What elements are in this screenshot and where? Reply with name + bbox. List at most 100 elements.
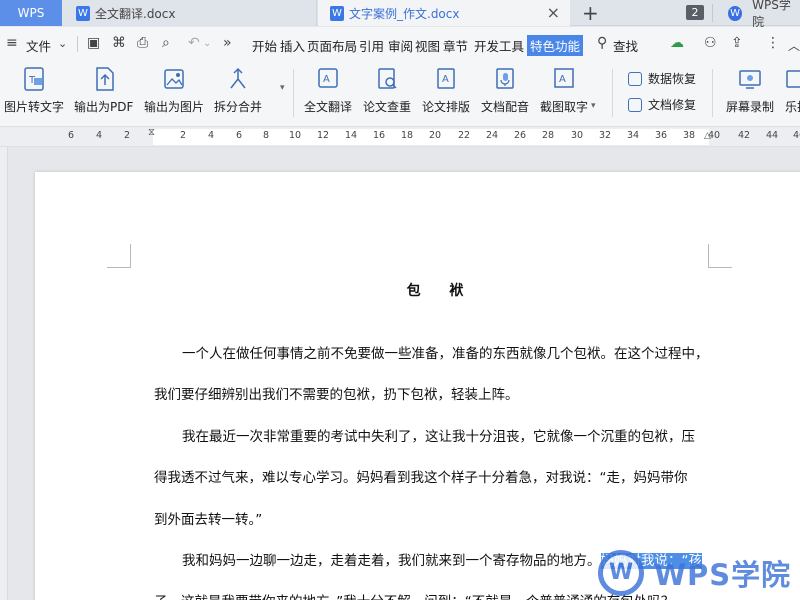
button-label: 文档修复: [648, 98, 697, 112]
full-translate-button[interactable]: A 全文翻译: [304, 65, 352, 115]
data-recovery-button[interactable]: 数据恢复: [628, 70, 696, 87]
ruler-tick-label: 16: [373, 130, 386, 141]
ruler-tick-label: 2: [180, 130, 187, 141]
indent-marker-icon[interactable]: ⧖: [148, 127, 155, 138]
button-label: 论文排版: [422, 100, 471, 114]
screen-record-button[interactable]: 屏幕录制: [726, 65, 774, 115]
collapse-ribbon-icon[interactable]: ︿: [788, 37, 800, 54]
ruler-tick-label: 32: [599, 130, 612, 141]
undo-icon[interactable]: ↶: [188, 35, 200, 51]
format-painter-icon[interactable]: ⌘: [112, 35, 126, 51]
tab-label: 全文翻译.docx: [95, 6, 176, 21]
document-voice-button[interactable]: 文档配音: [481, 65, 529, 115]
button-label: 乐排: [784, 100, 800, 114]
paragraph-line: 我们要仔细辨别出我们不需要的包袱，扔下包袱，轻装上阵。: [154, 387, 519, 403]
ruler-tick-label: 20: [429, 130, 442, 141]
ruler-tick-label: 6: [68, 130, 75, 141]
ruler-tick-label: 46: [793, 130, 800, 141]
search-label[interactable]: 查找: [613, 36, 638, 55]
more-icon[interactable]: ⋮: [766, 35, 780, 51]
image-to-text-button[interactable]: T 图片转文字: [4, 65, 64, 115]
more-arrows-icon[interactable]: »: [223, 35, 232, 51]
menu-item-reference[interactable]: 引用: [359, 36, 384, 55]
ruler-tick-label: 44: [766, 130, 779, 141]
button-label: 输出为图片: [144, 100, 205, 114]
ruler-tick-label: 42: [738, 130, 751, 141]
vertical-ruler[interactable]: [0, 147, 8, 600]
menu-item-layout[interactable]: 页面布局: [307, 36, 357, 55]
button-label: 拆分合并: [214, 100, 263, 114]
ruler-tick-label: 30: [571, 130, 584, 141]
save-icon[interactable]: ▣: [87, 35, 100, 51]
svg-text:A: A: [442, 74, 449, 85]
paper-layout-button[interactable]: A 论文排版: [422, 65, 470, 115]
button-label: 截图取字: [540, 100, 589, 114]
plagiarism-check-button[interactable]: 论文查重: [363, 65, 411, 115]
ruler-tick-label: 38: [683, 130, 696, 141]
music-score-button[interactable]: 乐排: [784, 65, 800, 115]
wps-logo-icon: W: [598, 549, 644, 596]
divider: [77, 36, 78, 52]
tab-bar: WPS W 全文翻译.docx W 文字案例_作文.docx × + 2 W W…: [0, 0, 800, 29]
ruler-tick-label: 6: [236, 130, 243, 141]
brand-label: WPS学院: [752, 0, 791, 29]
tab-label: 文字案例_作文.docx: [349, 6, 460, 21]
new-tab-icon[interactable]: +: [582, 1, 599, 25]
close-icon[interactable]: ×: [547, 3, 560, 22]
ruler-tick-label: 24: [486, 130, 499, 141]
button-label: 数据恢复: [648, 72, 697, 86]
menu-item-special[interactable]: 特色功能: [527, 35, 584, 56]
image-export-icon: [161, 65, 187, 93]
paper-check-icon: [374, 65, 400, 93]
screenshot-ocr-button[interactable]: A 截图取字: [540, 65, 588, 115]
document-page[interactable]: 包 袱 一个人在做任何事情之前不免要做一些准备，准备的东西就像几个包袱。在这个过…: [35, 172, 800, 600]
button-label: 图片转文字: [4, 100, 65, 114]
share-icon[interactable]: ⇪: [731, 35, 743, 51]
hamburger-icon[interactable]: ≡: [6, 35, 18, 51]
split-merge-icon: [225, 65, 251, 93]
chevron-down-icon[interactable]: ⌄: [203, 38, 211, 49]
ruler-tick-label: 14: [345, 130, 358, 141]
button-label: 文档配音: [481, 100, 530, 114]
watermark-text: WPS学院: [654, 557, 792, 592]
menu-item-view[interactable]: 视图: [415, 36, 440, 55]
print-preview-icon[interactable]: ⌕: [162, 35, 170, 51]
ruler-tick-label: 4: [96, 130, 103, 141]
divider: [293, 69, 294, 117]
divider: [612, 69, 613, 117]
document-repair-button[interactable]: 文档修复: [628, 96, 696, 113]
margin-corner-marker: [107, 244, 131, 268]
horizontal-ruler[interactable]: 6 4 2 2 4 6 8 10 12 14 16 18 20 22 24 26 28 30 32 34 36 38 40 4…: [0, 127, 800, 147]
ruler-tick-label: 8: [263, 130, 270, 141]
cloud-sync-icon[interactable]: ☁: [670, 35, 684, 51]
menu-item-review[interactable]: 审阅: [388, 36, 413, 55]
chevron-down-icon[interactable]: ⌄: [58, 37, 67, 50]
menu-item-insert[interactable]: 插入: [280, 36, 305, 55]
document-title: 包 袱: [406, 283, 476, 299]
paragraph-line: 子，这就是我要带你来的地方。”我十分不解，问到：“不就是一个普普通通的存包处吗？: [154, 590, 674, 600]
ruler-tick-label: 4: [208, 130, 215, 141]
word-doc-icon: W: [330, 5, 344, 21]
export-pdf-button[interactable]: 输出为PDF: [74, 65, 133, 115]
window-count-badge[interactable]: 2: [686, 5, 704, 20]
right-indent-marker-icon[interactable]: △: [704, 131, 711, 141]
screen-record-icon: [737, 65, 763, 93]
print-icon[interactable]: ⎙: [137, 35, 148, 51]
collaborate-icon[interactable]: ⚇: [704, 35, 717, 51]
paragraph-line: 得我透不过气来，难以专心学习。妈妈看到我这个样子十分着急，对我说：“走，妈妈带你: [154, 470, 688, 486]
search-icon[interactable]: ⚲: [597, 35, 607, 51]
wps-academy-link[interactable]: W WPS学院: [728, 0, 800, 29]
menu-item-start[interactable]: 开始: [252, 36, 277, 55]
tab-document-essay[interactable]: W 文字案例_作文.docx ×: [318, 0, 570, 26]
split-merge-button[interactable]: 拆分合并: [214, 65, 262, 115]
menu-file[interactable]: 文件: [26, 36, 51, 55]
export-image-button[interactable]: 输出为图片: [144, 65, 204, 115]
tab-document-translate[interactable]: W 全文翻译.docx: [62, 0, 317, 26]
paper-layout-icon: A: [433, 65, 459, 93]
menu-item-chapter[interactable]: 章节: [443, 36, 468, 55]
chevron-down-icon[interactable]: ▾: [591, 101, 596, 111]
menu-item-developer[interactable]: 开发工具: [474, 36, 524, 55]
chevron-down-icon[interactable]: ▾: [280, 83, 285, 93]
paragraph-line: 到外面去转一转。”: [154, 512, 263, 528]
tab-wps-home[interactable]: WPS: [0, 0, 62, 26]
